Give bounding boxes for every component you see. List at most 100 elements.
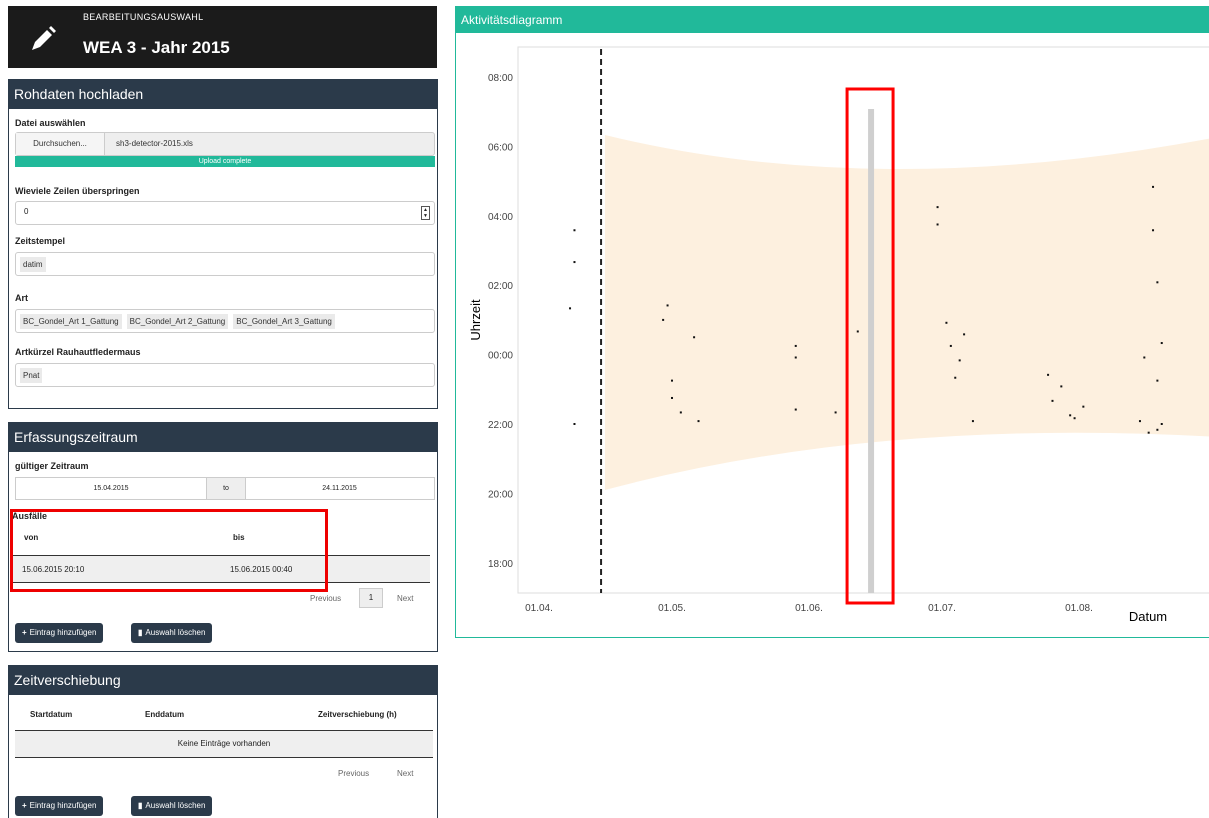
data-point (697, 420, 700, 423)
data-point (834, 411, 837, 414)
abbr-label: Artkürzel Rauhautfledermaus (15, 347, 141, 357)
next-page-button[interactable]: Next (397, 594, 413, 603)
skip-rows-value: 0 (24, 207, 29, 216)
add-entry-button[interactable]: + Eintrag hinzufügen (15, 623, 104, 643)
data-point (1156, 428, 1159, 431)
data-point (1160, 423, 1163, 425)
data-point (671, 379, 673, 382)
data-point (949, 344, 952, 347)
empty-table-row: Keine Einträge vorhanden (15, 730, 433, 758)
delete-selection-button[interactable]: ▮ Auswahl löschen (131, 623, 213, 643)
upload-progress-bar: Upload complete (15, 156, 435, 167)
file-label: Datei auswählen (15, 118, 86, 128)
data-point (794, 356, 797, 359)
file-input-group: Durchsuchen... sh3-detector-2015.xls (15, 132, 435, 156)
col-start: Startdatum (30, 710, 73, 719)
x-tick-label: 01.08. (1065, 603, 1093, 614)
data-point (679, 411, 682, 414)
end-date-input[interactable]: 24.11.2015 (245, 478, 434, 499)
upload-panel: Rohdaten hochladen Datei auswählen Durch… (8, 79, 438, 409)
data-point (569, 307, 572, 310)
data-point (1152, 185, 1155, 188)
skip-rows-label: Wieviele Zeilen überspringen (15, 186, 140, 196)
timestamp-select[interactable]: datim (15, 252, 435, 276)
upload-panel-title: Rohdaten hochladen (9, 80, 437, 109)
selection-header: BEARBEITUNGSAUSWAHL WEA 3 - Jahr 2015 (8, 6, 437, 68)
previous-page-button[interactable]: Previous (338, 769, 369, 778)
data-point (1156, 281, 1159, 284)
data-point (1147, 431, 1150, 434)
outage-bar (868, 109, 875, 593)
trash-icon: ▮ (138, 801, 143, 810)
timestamp-label: Zeitstempel (15, 236, 66, 246)
data-point (971, 420, 974, 423)
data-point (1160, 342, 1163, 345)
browse-button[interactable]: Durchsuchen... (16, 133, 105, 155)
data-point (1060, 385, 1063, 388)
x-tick-label: 01.05. (658, 603, 686, 614)
species-tag[interactable]: BC_Gondel_Art 2_Gattung (126, 314, 229, 329)
data-point (666, 304, 669, 307)
species-select[interactable]: BC_Gondel_Art 1_Gattung BC_Gondel_Art 2_G… (15, 309, 435, 333)
species-label: Art (15, 293, 28, 303)
x-tick-label: 01.07. (928, 603, 956, 614)
activity-chart: 08:00 06:00 04:00 02:00 00:00 22:00 20:00 18:00… (468, 46, 1209, 624)
file-name-field: sh3-detector-2015.xls (116, 139, 193, 148)
y-tick-label: 20:00 (488, 489, 513, 500)
range-separator: to (206, 478, 246, 499)
y-tick-label: 18:00 (488, 559, 513, 570)
abbr-tag: Pnat (20, 368, 43, 383)
col-shift: Zeitverschiebung (h) (318, 710, 397, 719)
period-panel: Erfassungszeitraum gültiger Zeitraum 15.… (8, 422, 438, 652)
y-tick-label: 08:00 (488, 73, 513, 84)
timestamp-tag: datim (20, 257, 46, 272)
x-tick-label: 01.06. (795, 603, 823, 614)
shift-panel-title: Zeitverschiebung (9, 666, 437, 695)
data-point (1073, 417, 1076, 420)
data-point (794, 344, 797, 347)
period-panel-title: Erfassungszeitraum (9, 423, 437, 452)
species-tag[interactable]: BC_Gondel_Art 1_Gattung (20, 314, 122, 329)
plus-icon: + (22, 628, 27, 637)
date-range-input: 15.04.2015 to 24.11.2015 (15, 477, 435, 500)
data-point (1143, 356, 1146, 359)
header-subtitle: BEARBEITUNGSAUSWAHL (83, 12, 204, 22)
y-tick-label: 04:00 (488, 212, 513, 223)
data-point (1082, 405, 1085, 408)
next-page-button[interactable]: Next (397, 769, 413, 778)
data-point (936, 206, 939, 209)
outage-highlight-box (10, 509, 328, 592)
y-axis-label: Uhrzeit (468, 299, 483, 341)
data-point (1138, 420, 1141, 423)
add-entry-button[interactable]: + Eintrag hinzufügen (15, 796, 104, 816)
data-point (573, 423, 576, 425)
upload-progress-track: Upload complete (15, 156, 435, 167)
abbr-select[interactable]: Pnat (15, 363, 435, 387)
start-date-input[interactable]: 15.04.2015 (16, 478, 206, 499)
activity-chart-panel: Aktivitätsdiagramm 08:00 06:00 04:00 02:00 0… (455, 6, 1209, 638)
data-point (1069, 414, 1072, 417)
skip-rows-input[interactable]: 0 ▲ ▼ (15, 201, 435, 225)
data-point (945, 321, 948, 324)
species-tag[interactable]: BC_Gondel_Art 3_Gattung (233, 314, 335, 329)
delete-selection-button[interactable]: ▮ Auswahl löschen (131, 796, 213, 816)
data-point (963, 333, 966, 336)
data-point (671, 396, 673, 399)
y-tick-label: 06:00 (488, 142, 513, 153)
data-point (693, 336, 696, 339)
data-point (1156, 379, 1159, 382)
col-end: Enddatum (145, 710, 185, 719)
header-title: WEA 3 - Jahr 2015 (83, 38, 230, 57)
chart-panel-title: Aktivitätsdiagramm (456, 7, 1209, 33)
number-spinner-icon[interactable]: ▲ ▼ (421, 206, 430, 220)
pencil-icon (32, 26, 56, 50)
valid-period-label: gültiger Zeitraum (15, 461, 89, 471)
data-point (1051, 399, 1054, 402)
data-point (1047, 373, 1050, 376)
data-point (958, 359, 961, 362)
data-point (954, 376, 957, 379)
data-point (573, 261, 576, 264)
page-1-button[interactable]: 1 (359, 588, 383, 608)
previous-page-button[interactable]: Previous (310, 594, 341, 603)
data-point (662, 318, 665, 321)
